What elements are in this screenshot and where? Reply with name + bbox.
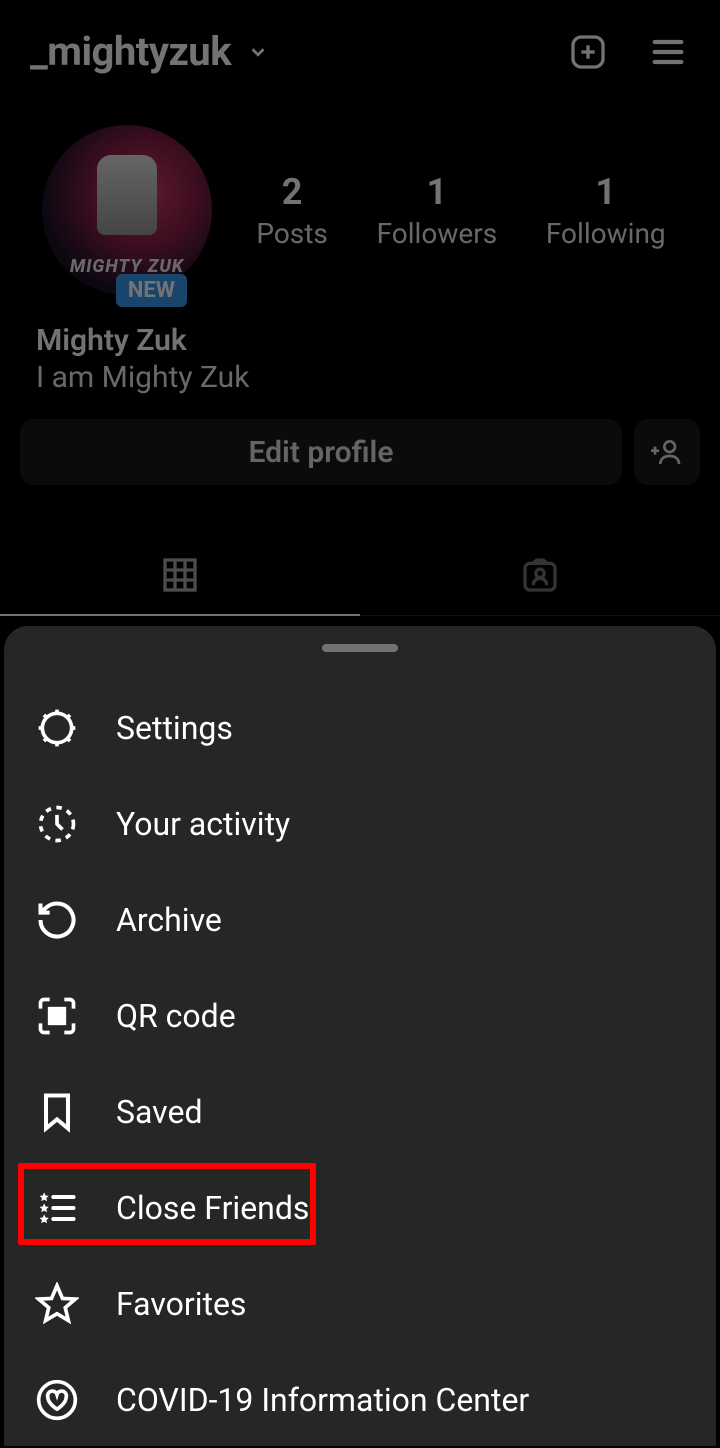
edit-profile-label: Edit profile bbox=[249, 435, 394, 470]
menu-label: Favorites bbox=[116, 1285, 246, 1323]
menu-label: Settings bbox=[116, 709, 233, 747]
tab-grid[interactable] bbox=[0, 535, 360, 615]
menu-bottom-sheet: Settings Your activity Archive QR code S… bbox=[4, 626, 716, 1446]
tagged-icon bbox=[520, 555, 560, 595]
menu-item-qr[interactable]: QR code bbox=[4, 968, 716, 1064]
gear-icon bbox=[34, 705, 80, 751]
sheet-handle[interactable] bbox=[322, 644, 398, 652]
profile-header: _mightyzuk bbox=[0, 0, 720, 95]
bio-text: I am Mighty Zuk bbox=[36, 360, 690, 395]
create-icon[interactable] bbox=[566, 30, 610, 74]
menu-item-close-friends[interactable]: Close Friends bbox=[4, 1160, 716, 1256]
stats-row: 2 Posts 1 Followers 1 Following bbox=[212, 171, 690, 250]
edit-profile-button[interactable]: Edit profile bbox=[20, 419, 622, 485]
profile-tabs bbox=[0, 535, 720, 616]
grid-icon bbox=[160, 555, 200, 595]
username[interactable]: _mightyzuk bbox=[30, 28, 231, 75]
menu-label: COVID-19 Information Center bbox=[116, 1381, 529, 1419]
stat-label: Followers bbox=[377, 217, 498, 250]
menu-item-favorites[interactable]: Favorites bbox=[4, 1256, 716, 1352]
menu-item-saved[interactable]: Saved bbox=[4, 1064, 716, 1160]
bookmark-icon bbox=[34, 1089, 80, 1135]
hamburger-menu-icon[interactable] bbox=[646, 30, 690, 74]
archive-icon bbox=[34, 897, 80, 943]
action-buttons: Edit profile bbox=[0, 395, 720, 485]
menu-label: Close Friends bbox=[116, 1189, 309, 1227]
stat-value: 1 bbox=[377, 171, 498, 213]
avatar-image bbox=[97, 155, 157, 235]
stat-value: 2 bbox=[256, 171, 328, 213]
avatar[interactable]: MIGHTY ZUK NEW bbox=[42, 125, 212, 295]
menu-label: Saved bbox=[116, 1093, 202, 1131]
tab-tagged[interactable] bbox=[360, 535, 720, 615]
activity-icon bbox=[34, 801, 80, 847]
stat-followers[interactable]: 1 Followers bbox=[377, 171, 498, 250]
menu-item-covid[interactable]: COVID-19 Information Center bbox=[4, 1352, 716, 1448]
stat-following[interactable]: 1 Following bbox=[546, 171, 666, 250]
stat-value: 1 bbox=[546, 171, 666, 213]
bio-section: Mighty Zuk I am Mighty Zuk bbox=[0, 295, 720, 395]
heart-circle-icon bbox=[34, 1377, 80, 1423]
stat-label: Following bbox=[546, 217, 666, 250]
menu-label: QR code bbox=[116, 997, 236, 1035]
menu-label: Archive bbox=[116, 901, 222, 939]
profile-row: MIGHTY ZUK NEW 2 Posts 1 Followers 1 Fol… bbox=[0, 95, 720, 295]
chevron-down-icon[interactable] bbox=[247, 41, 269, 63]
stat-label: Posts bbox=[256, 217, 328, 250]
add-person-icon bbox=[651, 436, 683, 468]
menu-item-settings[interactable]: Settings bbox=[4, 680, 716, 776]
discover-people-button[interactable] bbox=[634, 419, 700, 485]
menu-label: Your activity bbox=[116, 805, 290, 843]
qr-icon bbox=[34, 993, 80, 1039]
menu-item-archive[interactable]: Archive bbox=[4, 872, 716, 968]
menu-item-activity[interactable]: Your activity bbox=[4, 776, 716, 872]
close-friends-icon bbox=[34, 1185, 80, 1231]
new-badge: NEW bbox=[116, 274, 187, 307]
display-name: Mighty Zuk bbox=[36, 323, 690, 358]
star-icon bbox=[34, 1281, 80, 1327]
stat-posts[interactable]: 2 Posts bbox=[256, 171, 328, 250]
